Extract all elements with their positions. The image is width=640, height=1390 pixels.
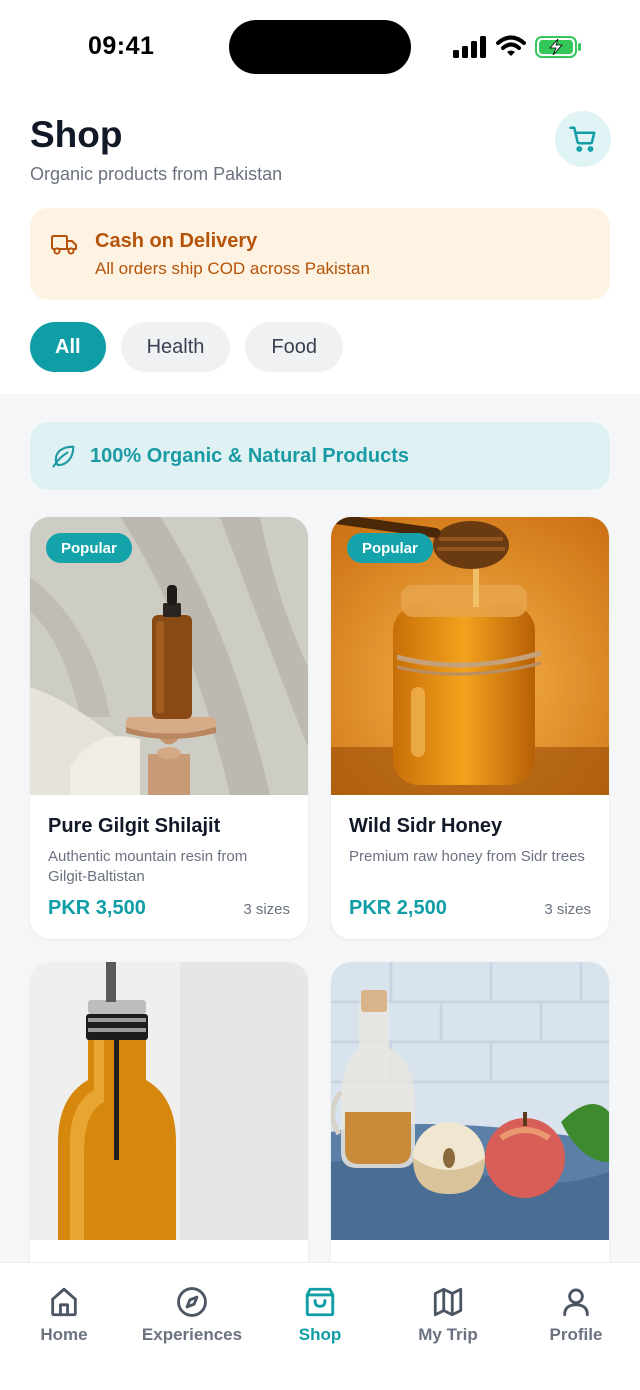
nav-profile[interactable]: Profile	[512, 1285, 640, 1345]
truck-icon	[51, 235, 77, 255]
product-sizes: 3 sizes	[544, 901, 591, 918]
nav-label: Experiences	[141, 1325, 243, 1344]
nav-label: My Trip	[418, 1325, 478, 1344]
product-name: Wild Sidr Honey	[349, 815, 503, 837]
nav-label: Profile	[549, 1325, 603, 1344]
product-image: Popular	[331, 517, 609, 795]
bottom-nav: Home Experiences Shop My Trip Profile	[0, 1262, 640, 1390]
page-title: Shop	[30, 114, 123, 155]
cod-text: All orders ship COD across Pakistan	[95, 259, 370, 278]
organic-banner: 100% Organic & Natural Products	[30, 422, 610, 490]
product-image	[331, 962, 609, 1240]
shop-header: Shop Organic products from Pakistan Cash…	[0, 96, 640, 394]
cod-title: Cash on Delivery	[95, 230, 258, 252]
shopping-bag-icon	[305, 1287, 335, 1317]
nav-shop[interactable]: Shop	[256, 1285, 384, 1345]
product-card-shilajit[interactable]: Popular Pure Gilgit Shilajit Authentic m…	[30, 517, 308, 939]
product-price: PKR 3,500	[48, 897, 146, 919]
cart-icon	[569, 126, 596, 152]
filter-chip-health[interactable]: Health	[120, 322, 231, 372]
organic-banner-text: 100% Organic & Natural Products	[90, 444, 409, 467]
status-bar: 09:41	[0, 0, 640, 96]
product-name: Pure Gilgit Shilajit	[48, 815, 221, 837]
compass-icon	[177, 1287, 207, 1317]
filter-chip-all[interactable]: All	[30, 322, 106, 372]
product-sizes: 3 sizes	[243, 901, 290, 918]
nav-home[interactable]: Home	[0, 1285, 128, 1345]
nav-experiences[interactable]: Experiences	[128, 1285, 256, 1345]
apple-cider-photo	[331, 962, 609, 1240]
product-list[interactable]: 100% Organic & Natural Products Popular …	[0, 394, 640, 1262]
product-info: Pure Gilgit Shilajit Authentic mountain …	[30, 795, 308, 939]
cart-button[interactable]	[555, 111, 611, 167]
dynamic-island	[229, 20, 411, 74]
product-description: Authentic mountain resin from Gilgit-Bal…	[48, 848, 248, 885]
wifi-icon	[496, 35, 526, 56]
nav-label: Home	[40, 1325, 88, 1344]
product-description: Premium raw honey from Sidr trees	[349, 848, 585, 865]
product-card-sidr-honey[interactable]: Popular Wild Sidr Honey Premium raw hone…	[331, 517, 609, 939]
leaf-icon	[52, 445, 75, 468]
product-card-oil[interactable]	[30, 962, 308, 1262]
status-time: 09:41	[88, 32, 155, 60]
oil-bottle-photo	[30, 962, 308, 1240]
home-icon	[51, 1287, 77, 1317]
nav-label: Shop	[298, 1325, 342, 1344]
user-icon	[563, 1288, 589, 1317]
product-image: Popular	[30, 517, 308, 795]
filter-chip-food[interactable]: Food	[245, 322, 343, 372]
product-image	[30, 962, 308, 1240]
battery-charging-icon	[535, 36, 581, 58]
cod-banner: Cash on Delivery All orders ship COD acr…	[30, 208, 610, 300]
product-info: Wild Sidr Honey Premium raw honey from S…	[331, 795, 609, 939]
cellular-signal-icon	[453, 36, 486, 58]
category-filters: All Health Food	[30, 322, 343, 372]
page-subtitle: Organic products from Pakistan	[30, 164, 283, 184]
popular-badge: Popular	[347, 533, 433, 563]
popular-badge: Popular	[46, 533, 132, 563]
product-price: PKR 2,500	[349, 897, 447, 919]
map-icon	[433, 1287, 463, 1317]
nav-my-trip[interactable]: My Trip	[384, 1285, 512, 1345]
product-card-apple-cider[interactable]	[331, 962, 609, 1262]
